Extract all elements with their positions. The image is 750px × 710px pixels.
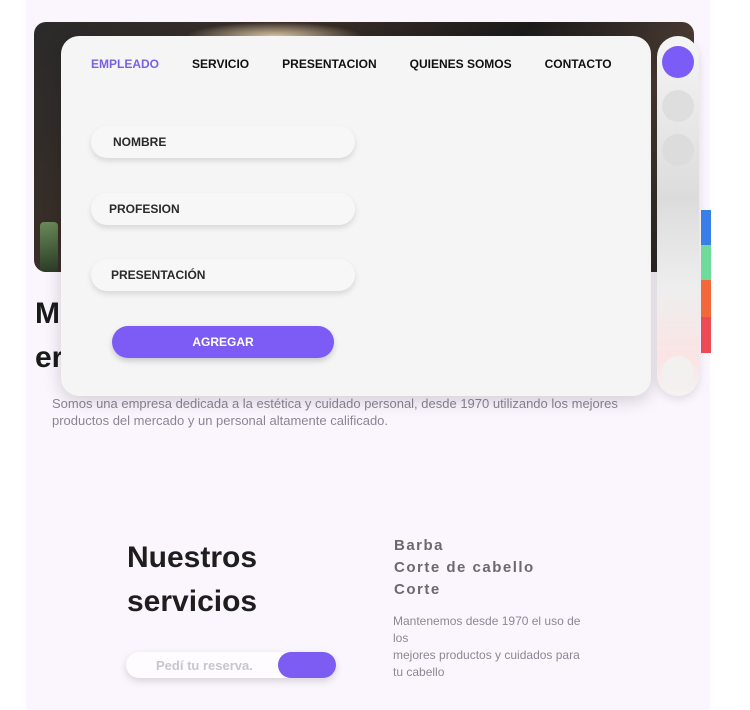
color-rail (657, 36, 699, 396)
service-item[interactable]: Barba (394, 535, 535, 557)
color-dot-2[interactable] (662, 90, 694, 122)
presentacion-label: PRESENTACIÓN (111, 268, 206, 282)
tab-quienes-somos[interactable]: QUIENES SOMOS (410, 57, 512, 71)
color-stripe-red (701, 317, 711, 353)
service-item[interactable]: Corte (394, 579, 535, 601)
profesion-label: PROFESION (109, 202, 180, 216)
tab-presentacion[interactable]: PRESENTACION (282, 57, 376, 71)
presentacion-field[interactable]: PRESENTACIÓN (91, 259, 355, 291)
color-dot-1[interactable] (662, 46, 694, 78)
tab-contacto[interactable]: CONTACTO (545, 57, 612, 71)
add-button[interactable]: AGREGAR (112, 326, 334, 358)
service-description: Mantenemos desde 1970 el uso de los mejo… (393, 614, 581, 679)
service-item[interactable]: Corte de cabello (394, 557, 535, 579)
modal-tabs: EMPLEADO SERVICIO PRESENTACION QUIENES S… (91, 57, 645, 71)
intro-text: Somos una empresa dedicada a la estética… (52, 396, 618, 428)
color-stripe-blue (701, 210, 711, 245)
nombre-label: NOMBRE (113, 135, 167, 149)
profesion-field[interactable]: PROFESION (91, 193, 355, 225)
reserve-form (126, 652, 336, 678)
service-list: Barba Corte de cabello Corte (394, 535, 535, 601)
hero-headline: M er (35, 297, 64, 374)
color-dot-4[interactable] (662, 356, 694, 388)
color-stripe-green (701, 245, 711, 280)
hero-bottle (40, 222, 58, 272)
tab-servicio[interactable]: SERVICIO (192, 57, 249, 71)
color-stripe-orange (701, 280, 711, 317)
services-title: Nuestros servicios (127, 541, 258, 618)
nombre-field[interactable]: NOMBRE (91, 126, 355, 158)
tab-empleado[interactable]: EMPLEADO (91, 57, 159, 71)
reserve-input[interactable] (126, 652, 286, 678)
employee-modal: EMPLEADO SERVICIO PRESENTACION QUIENES S… (61, 36, 651, 396)
color-dot-3[interactable] (662, 134, 694, 166)
reserve-button[interactable] (278, 652, 336, 678)
